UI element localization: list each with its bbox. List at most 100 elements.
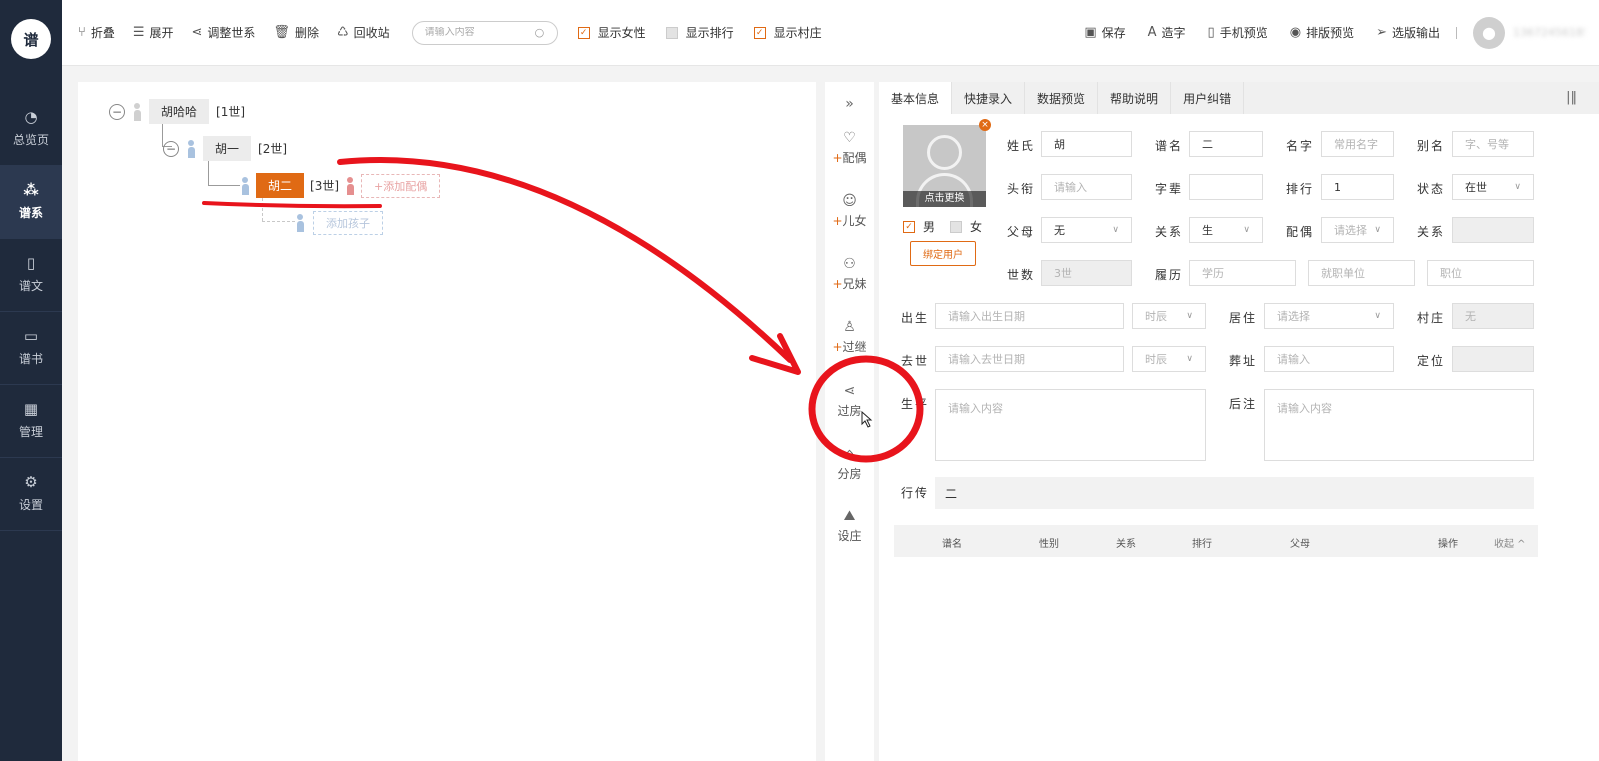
add-siblings-action[interactable]: ⚇ +兄妹 — [825, 256, 874, 292]
employer-field[interactable]: 就职单位 — [1308, 260, 1415, 286]
education-field[interactable]: 学历 — [1189, 260, 1296, 286]
trash-icon: 🗑 — [273, 25, 290, 40]
death-date-field[interactable]: 请输入去世日期 — [935, 346, 1124, 372]
add-spouse-action[interactable]: ♡ +配偶 — [825, 130, 874, 166]
show-rank-checkbox[interactable]: 显示排行 — [665, 24, 734, 41]
tab-help[interactable]: 帮助说明 — [1098, 82, 1172, 114]
collapse-table-button[interactable]: 收起 ^ — [1494, 535, 1526, 550]
collapse-panel-icon[interactable]: |‖ — [1566, 90, 1577, 105]
fold-label: 折叠 — [90, 26, 115, 40]
close-icon[interactable]: × — [979, 119, 991, 131]
set-village-action[interactable]: ⛰ 设庄 — [825, 508, 874, 544]
parents-select[interactable]: 无 ∨ — [1041, 217, 1132, 243]
bind-user-button[interactable]: 绑定用户 — [910, 241, 976, 266]
status-select[interactable]: 在世 ∨ — [1452, 174, 1534, 200]
chevron-down-icon: ∨ — [1374, 225, 1381, 235]
birth-label: 出生 — [901, 311, 930, 325]
app-logo[interactable]: 谱 — [0, 0, 62, 78]
alias-field[interactable]: 字、号等 — [1452, 131, 1534, 157]
avatar[interactable]: ● — [1473, 16, 1505, 49]
mobile-preview-label: 手机预览 — [1219, 26, 1268, 40]
note-label: 后注 — [1229, 397, 1258, 411]
female-label: 女 — [970, 220, 983, 234]
fold-button[interactable]: ⑂ 折叠 — [78, 24, 115, 41]
mobile-preview-button[interactable]: ▯ 手机预览 — [1208, 24, 1268, 41]
sidebar-item-book[interactable]: ▭ 谱书 — [0, 312, 62, 385]
generation-label: 世数 — [1007, 268, 1036, 282]
add-adoption-action[interactable]: ♙ +过继 — [825, 319, 874, 355]
expand-button[interactable]: ☰ 展开 — [133, 24, 174, 41]
sidebar-item-manage[interactable]: ▦ 管理 — [0, 385, 62, 458]
save-button[interactable]: ▣ 保存 — [1084, 24, 1125, 41]
column-header: 性别 — [1039, 539, 1059, 550]
given-name-field[interactable]: 常用名字 — [1321, 131, 1394, 157]
delete-button[interactable]: 🗑 删除 — [273, 24, 319, 41]
hang-field[interactable]: 二 — [935, 477, 1534, 509]
action-label: +过继 — [832, 338, 866, 355]
search-input[interactable] — [424, 27, 535, 38]
show-village-checkbox[interactable]: ✓ 显示村庄 — [753, 24, 822, 41]
reside-select[interactable]: 请选择 ∨ — [1264, 303, 1394, 329]
birth-date-field[interactable]: 请输入出生日期 — [935, 303, 1124, 329]
sidebar-item-texts[interactable]: ▯ 谱文 — [0, 239, 62, 312]
tab-quick-entry[interactable]: 快捷录入 — [952, 82, 1026, 114]
make-char-button[interactable]: A 造字 — [1148, 24, 1186, 41]
select-output-button[interactable]: ➢ 选版输出 — [1376, 24, 1440, 41]
user-icon: ● — [1482, 23, 1496, 42]
collapse-icon[interactable]: − — [163, 140, 179, 157]
adjust-lineage-button[interactable]: ⋖ 调整世系 — [192, 24, 256, 41]
book-icon: ▭ — [23, 327, 39, 345]
show-female-checkbox[interactable]: ✓ 显示女性 — [577, 24, 646, 41]
tree-node-gen3[interactable]: 胡二 [3世] +添加配偶 — [240, 173, 441, 198]
bio-textarea[interactable]: 请输入内容 — [935, 389, 1206, 461]
burial-field[interactable]: 请输入 — [1264, 346, 1394, 372]
expand-panel-button[interactable]: » — [825, 96, 874, 112]
tab-data-preview[interactable]: 数据预览 — [1025, 82, 1099, 114]
sidebar-item-settings[interactable]: ⚙ 设置 — [0, 458, 62, 531]
tree-node-name[interactable]: 胡哈哈 — [149, 99, 210, 124]
male-checkbox[interactable]: ✓ 男 — [903, 218, 935, 235]
recycle-bin-button[interactable]: ♺ 回收站 — [337, 24, 390, 41]
tree-node-gen2[interactable]: − 胡一 [2世] — [163, 136, 287, 161]
layout-preview-button[interactable]: ◉ 排版预览 — [1290, 24, 1354, 41]
position-field[interactable]: 职位 — [1427, 260, 1534, 286]
photo-change-label[interactable]: 点击更换 — [903, 191, 986, 207]
add-spouse-button[interactable]: +添加配偶 — [361, 173, 441, 198]
birth-hour-select[interactable]: 时辰 ∨ — [1132, 303, 1206, 329]
family-tree-icon: ⁂ — [23, 181, 39, 199]
relation-value: 生 — [1202, 224, 1213, 237]
relation-select[interactable]: 生 ∨ — [1189, 217, 1263, 243]
tab-user-correction[interactable]: 用户纠错 — [1171, 82, 1245, 114]
spouse-select[interactable]: 请选择 ∨ — [1321, 217, 1394, 243]
sidebar-item-lineage[interactable]: ⁂ 谱系 — [0, 166, 62, 239]
action-label-text: 分房 — [837, 467, 862, 481]
title-field[interactable]: 请输入 — [1041, 174, 1132, 200]
rank-field[interactable]: 1 — [1321, 174, 1394, 200]
tree-node-add-child[interactable]: 添加孩子 — [295, 211, 383, 235]
house-icon: ⌂ — [845, 446, 854, 462]
branch-house-action[interactable]: ⌂ 分房 — [825, 446, 874, 482]
children-table-header: 谱名 性别 关系 排行 父母 操作 收起 ^ — [894, 525, 1538, 557]
zibei-field[interactable] — [1189, 174, 1263, 200]
sidebar-item-overview[interactable]: ◔ 总览页 — [0, 93, 62, 166]
username[interactable]: 13672456185 — [1513, 26, 1585, 39]
relation2-label: 关系 — [1417, 225, 1446, 239]
tree-node-generation: [2世] — [258, 142, 288, 156]
male-person-icon — [186, 139, 196, 158]
transfer-action[interactable]: ⋖ 过房 — [825, 383, 874, 419]
surname-field[interactable]: 胡 — [1041, 131, 1132, 157]
add-children-action[interactable]: ☺ +儿女 — [825, 193, 874, 229]
chevron-down-icon: ∨ — [1186, 354, 1193, 364]
search-box[interactable]: ○ — [411, 20, 558, 45]
pu-name-field[interactable]: 二 — [1189, 131, 1263, 157]
tab-basic-info[interactable]: 基本信息 — [879, 82, 953, 114]
tree-node-name-selected[interactable]: 胡二 — [256, 173, 305, 198]
death-hour-select[interactable]: 时辰 ∨ — [1132, 346, 1206, 372]
photo-upload[interactable]: 点击更换 — [903, 125, 986, 207]
tree-node-gen1[interactable]: − 胡哈哈 [1世] — [109, 99, 245, 124]
tree-node-name[interactable]: 胡一 — [203, 136, 252, 161]
add-child-button[interactable]: 添加孩子 — [313, 211, 383, 235]
note-textarea[interactable]: 请输入内容 — [1264, 389, 1534, 461]
female-checkbox[interactable]: 女 — [950, 218, 982, 235]
collapse-icon[interactable]: − — [109, 103, 125, 120]
